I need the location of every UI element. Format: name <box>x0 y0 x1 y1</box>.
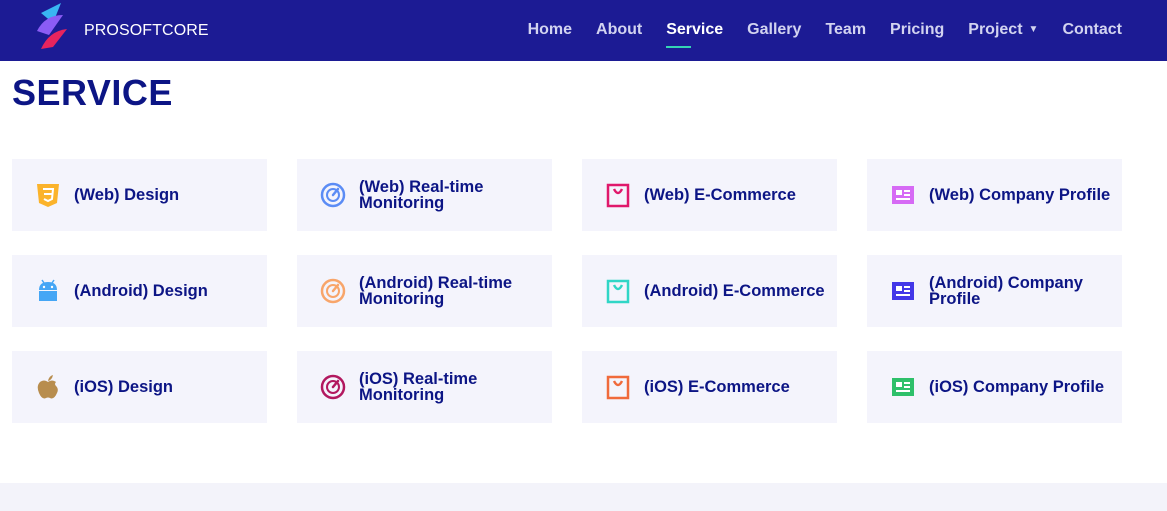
apple-icon <box>34 373 62 401</box>
nav-project[interactable]: Project ▼ <box>968 21 1038 39</box>
service-card[interactable]: (iOS) Design <box>12 351 267 423</box>
nav-service[interactable]: Service <box>666 21 723 48</box>
page-title: SERVICE <box>12 72 173 113</box>
service-label: (Android) Company Profile <box>929 274 1083 308</box>
nav-team[interactable]: Team <box>825 21 866 39</box>
nav-about[interactable]: About <box>596 21 642 39</box>
nav-pricing[interactable]: Pricing <box>890 21 944 39</box>
service-card[interactable]: (iOS) Company Profile <box>867 351 1122 423</box>
service-label: (Web) Design <box>74 186 180 204</box>
service-card[interactable]: (Web) Design <box>12 159 267 231</box>
service-label: (Web) Company Profile <box>929 186 1111 204</box>
service-card[interactable]: (Android) Company Profile <box>867 255 1122 327</box>
chevron-down-icon: ▼ <box>1028 24 1039 35</box>
service-card[interactable]: (Android) E-Commerce <box>582 255 837 327</box>
service-card[interactable]: (iOS) E-Commerce <box>582 351 837 423</box>
service-card[interactable]: (Android) Real-time Monitoring <box>297 255 552 327</box>
speedometer-icon <box>319 373 347 401</box>
nav-home[interactable]: Home <box>528 21 572 39</box>
service-label: (iOS) Design <box>74 378 174 396</box>
brand-name[interactable]: PROSOFTCORE <box>84 22 209 40</box>
service-card[interactable]: (Android) Design <box>12 255 267 327</box>
service-label: (iOS) Real-time Monitoring <box>359 370 478 404</box>
service-label: (Android) E-Commerce <box>644 282 825 300</box>
shopping-bag-icon <box>604 181 632 209</box>
service-label: (iOS) E-Commerce <box>644 378 790 396</box>
service-card[interactable]: (iOS) Real-time Monitoring <box>297 351 552 423</box>
service-label: (Web) E-Commerce <box>644 186 796 204</box>
service-label: (Android) Design <box>74 282 208 300</box>
service-card[interactable]: (Web) E-Commerce <box>582 159 837 231</box>
navbar: PROSOFTCORE Home About Service Gallery T… <box>0 0 1167 61</box>
speedometer-icon <box>319 181 347 209</box>
shopping-bag-icon <box>604 277 632 305</box>
service-card[interactable]: (Web) Company Profile <box>867 159 1122 231</box>
profile-card-icon <box>889 277 917 305</box>
nav-project-label: Project <box>968 21 1023 38</box>
service-card[interactable]: (Web) Real-time Monitoring <box>297 159 552 231</box>
css3-icon <box>34 181 62 209</box>
main-nav: Home About Service Gallery Team Pricing … <box>528 21 1122 48</box>
service-label: (Web) Real-time Monitoring <box>359 178 484 212</box>
nav-gallery[interactable]: Gallery <box>747 21 801 39</box>
logo-icon[interactable] <box>31 1 71 53</box>
speedometer-icon <box>319 277 347 305</box>
service-label: (Android) Real-time Monitoring <box>359 274 513 308</box>
profile-card-icon <box>889 373 917 401</box>
shopping-bag-icon <box>604 373 632 401</box>
android-icon <box>34 277 62 305</box>
footer-band <box>0 483 1167 511</box>
service-label: (iOS) Company Profile <box>929 378 1105 396</box>
nav-contact[interactable]: Contact <box>1062 21 1122 39</box>
profile-card-icon <box>889 181 917 209</box>
